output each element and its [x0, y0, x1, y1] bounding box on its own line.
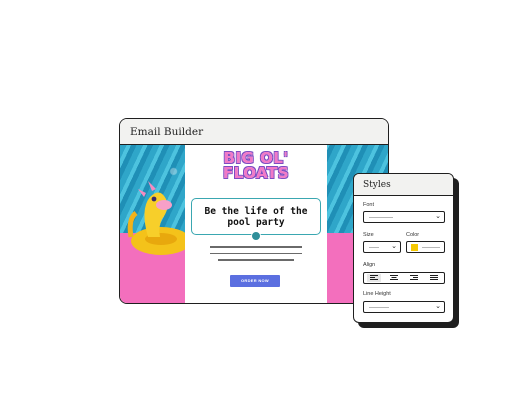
- font-select[interactable]: ⌄: [363, 211, 445, 223]
- email-preview[interactable]: BIG OL' FLOATS Be the life of the pool p…: [185, 145, 327, 303]
- size-label: Size: [363, 232, 374, 238]
- text-line: [218, 259, 294, 261]
- headline-block-selected[interactable]: Be the life of the pool party: [191, 198, 321, 235]
- size-select[interactable]: ⌄: [363, 241, 401, 253]
- align-right-icon[interactable]: [407, 274, 421, 282]
- font-placeholder: [369, 217, 393, 218]
- order-now-button[interactable]: ORDER NOW: [230, 275, 280, 287]
- color-swatch: [411, 244, 418, 251]
- align-justify-icon[interactable]: [427, 274, 441, 282]
- chevron-down-icon: ⌄: [391, 243, 397, 250]
- email-canvas: BIG OL' FLOATS Be the life of the pool p…: [120, 145, 388, 303]
- styles-title: Styles: [363, 179, 391, 190]
- size-placeholder: [369, 247, 379, 248]
- styles-panel: Styles Font ⌄ Size ⌄ Color Align Line He…: [353, 173, 454, 323]
- align-left-icon[interactable]: [367, 274, 381, 282]
- color-label: Color: [406, 232, 420, 238]
- align-label: Align: [363, 262, 376, 268]
- chevron-down-icon: ⌄: [435, 213, 441, 220]
- align-center-icon[interactable]: [387, 274, 401, 282]
- brand-logo: BIG OL' FLOATS: [185, 151, 327, 181]
- text-align-group: [363, 272, 445, 284]
- color-picker[interactable]: [406, 241, 445, 253]
- styles-titlebar: Styles: [354, 174, 453, 196]
- logo-line-2: FLOATS: [222, 164, 290, 182]
- text-line: [210, 246, 302, 248]
- line-height-label: Line Height: [363, 291, 391, 297]
- chevron-down-icon: ⌄: [435, 303, 441, 310]
- body-text-placeholder: [210, 246, 302, 266]
- email-builder-window: Email Builder BIG OL' FLOATS Be the life…: [119, 118, 389, 304]
- line-height-select[interactable]: ⌄: [363, 301, 445, 313]
- builder-title: Email Builder: [130, 125, 204, 138]
- line-height-placeholder: [369, 307, 389, 308]
- text-line: [210, 252, 302, 254]
- builder-titlebar: Email Builder: [120, 119, 388, 145]
- font-label: Font: [363, 202, 375, 208]
- email-headline[interactable]: Be the life of the pool party: [201, 206, 311, 228]
- color-value-placeholder: [422, 247, 440, 248]
- resize-handle[interactable]: [251, 231, 261, 241]
